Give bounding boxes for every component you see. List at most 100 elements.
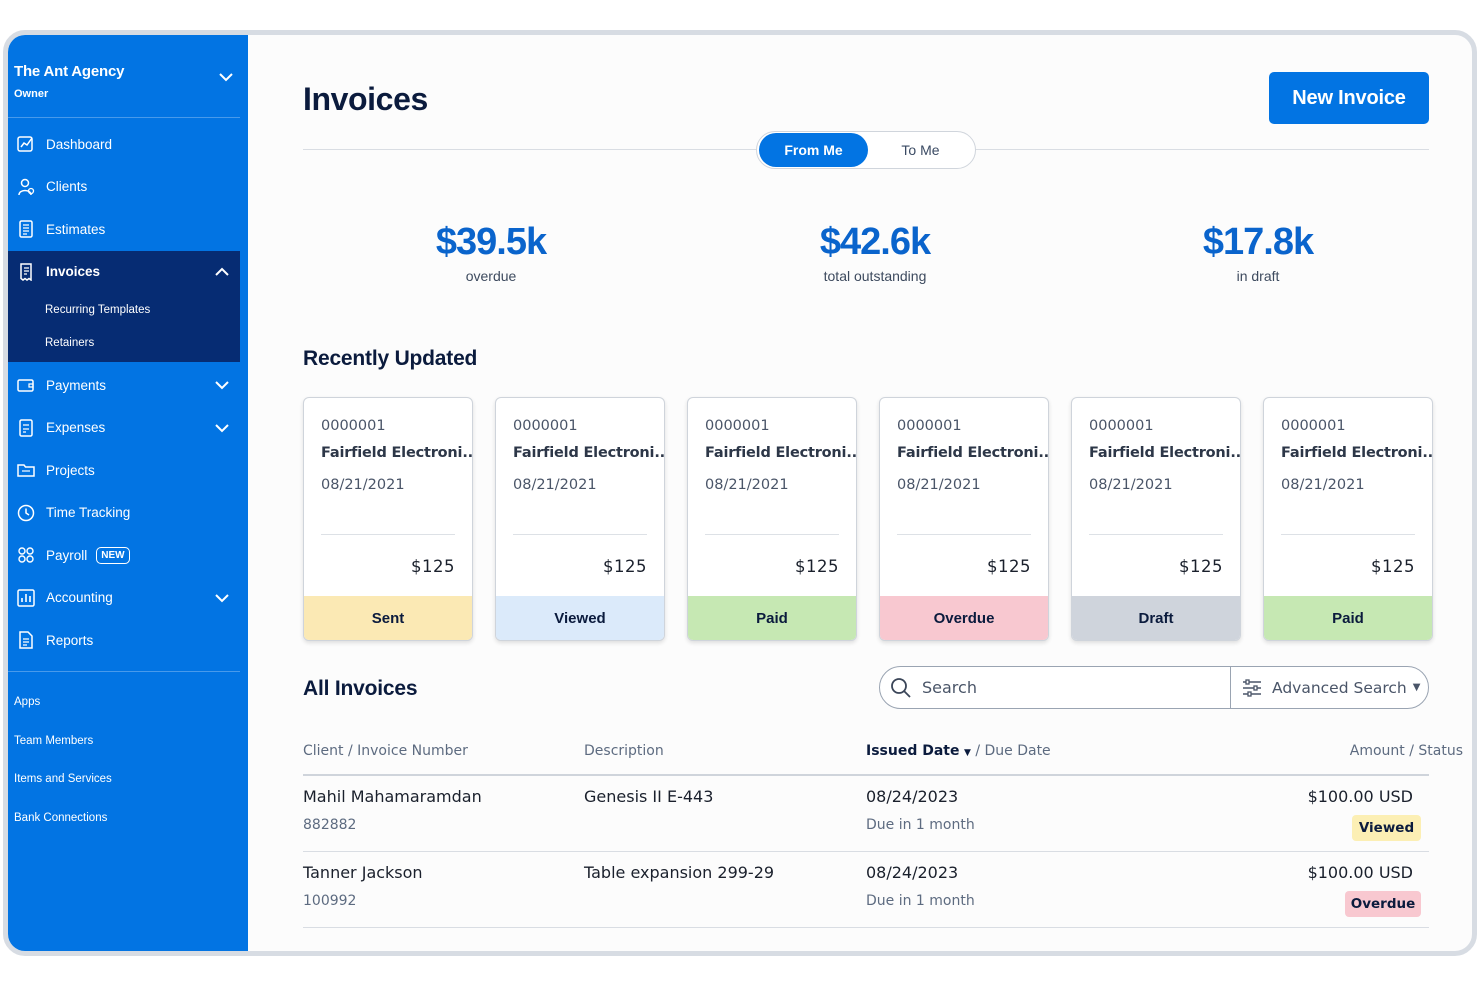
sidebar-item-time-tracking[interactable]: Time Tracking bbox=[8, 492, 240, 535]
row-issued-date: 08/24/2023 bbox=[866, 787, 959, 806]
card-status: Paid bbox=[688, 596, 856, 640]
column-header-amount[interactable]: Amount / Status bbox=[1350, 743, 1463, 759]
column-header-client[interactable]: Client / Invoice Number bbox=[303, 743, 468, 759]
stat-in-draft[interactable]: $17.8k in draft bbox=[1138, 221, 1378, 284]
chevron-down-icon bbox=[215, 593, 229, 602]
sidebar-divider bbox=[8, 671, 240, 672]
card-amount: $125 bbox=[1371, 557, 1415, 576]
card-amount: $125 bbox=[1179, 557, 1223, 576]
card-divider bbox=[705, 534, 839, 535]
new-badge: NEW bbox=[96, 546, 130, 564]
sliders-icon bbox=[1243, 678, 1261, 697]
column-header-issued[interactable]: Issued Date bbox=[866, 743, 960, 759]
invoice-card[interactable]: 0000001 Fairfield Electroni... 08/21/202… bbox=[687, 397, 857, 641]
sidebar-item-reports[interactable]: Reports bbox=[8, 619, 240, 662]
toggle-from-me[interactable]: From Me bbox=[759, 133, 868, 167]
invoice-card[interactable]: 0000001 Fairfield Electroni... 08/21/202… bbox=[495, 397, 665, 641]
caret-down-icon: ▼ bbox=[1412, 682, 1421, 693]
search-input[interactable] bbox=[922, 678, 1222, 697]
sidebar-item-label: Reports bbox=[46, 632, 94, 648]
sidebar-item-dashboard[interactable]: Dashboard bbox=[8, 123, 240, 166]
stat-label: in draft bbox=[1236, 268, 1280, 284]
card-client: Fairfield Electroni... bbox=[513, 445, 665, 461]
sidebar-item-accounting[interactable]: Accounting bbox=[8, 577, 240, 620]
card-date: 08/21/2021 bbox=[321, 477, 405, 493]
sidebar: The Ant Agency Owner Dashboard Clients E… bbox=[8, 35, 248, 951]
agency-name: The Ant Agency bbox=[14, 63, 125, 80]
sidebar-item-label: Clients bbox=[46, 179, 88, 195]
search-bar: Advanced Search ▼ bbox=[879, 666, 1429, 709]
recently-updated-title: Recently Updated bbox=[303, 347, 478, 370]
sidebar-link-team-members[interactable]: Team Members bbox=[14, 722, 234, 761]
row-description: Genesis II E-443 bbox=[584, 787, 714, 806]
sidebar-subitem-recurring-templates[interactable]: Recurring Templates bbox=[8, 293, 240, 328]
stat-value: $39.5k bbox=[435, 221, 547, 263]
row-amount: $100.00 USD bbox=[1307, 787, 1413, 806]
card-amount: $125 bbox=[987, 557, 1031, 576]
page-title: Invoices bbox=[303, 81, 428, 117]
app-window: The Ant Agency Owner Dashboard Clients E… bbox=[3, 30, 1477, 956]
card-status: Viewed bbox=[496, 596, 664, 640]
row-client: Tanner Jackson bbox=[303, 863, 423, 882]
sidebar-item-invoices[interactable]: Invoices bbox=[8, 251, 240, 294]
card-date: 08/21/2021 bbox=[1281, 477, 1365, 493]
card-client: Fairfield Electroni... bbox=[1089, 445, 1241, 461]
direction-toggle: From Me To Me bbox=[756, 131, 976, 169]
sidebar-divider bbox=[8, 117, 240, 118]
sidebar-link-apps[interactable]: Apps bbox=[14, 683, 234, 722]
stat-total-outstanding[interactable]: $42.6k total outstanding bbox=[755, 221, 995, 284]
card-invoice-number: 0000001 bbox=[897, 418, 962, 434]
stat-value: $42.6k bbox=[819, 221, 931, 263]
sidebar-item-label: Payments bbox=[46, 377, 107, 393]
sidebar-link-bank-connections[interactable]: Bank Connections bbox=[14, 799, 234, 838]
row-invoice-number: 882882 bbox=[303, 817, 357, 833]
sidebar-item-clients[interactable]: Clients bbox=[8, 166, 240, 209]
stat-label: total outstanding bbox=[823, 268, 927, 284]
expenses-icon bbox=[16, 418, 36, 438]
card-date: 08/21/2021 bbox=[513, 477, 597, 493]
column-header-description[interactable]: Description bbox=[584, 743, 664, 759]
invoice-card[interactable]: 0000001 Fairfield Electroni... 08/21/202… bbox=[879, 397, 1049, 641]
toggle-to-me[interactable]: To Me bbox=[868, 133, 973, 167]
card-invoice-number: 0000001 bbox=[705, 418, 770, 434]
projects-icon bbox=[16, 460, 36, 480]
stat-label: overdue bbox=[465, 268, 517, 284]
sidebar-item-projects[interactable]: Projects bbox=[8, 449, 240, 492]
row-due-date: Due in 1 month bbox=[866, 893, 975, 909]
search-divider bbox=[1230, 667, 1231, 708]
invoice-card[interactable]: 0000001 Fairfield Electroni... 08/21/202… bbox=[1071, 397, 1241, 641]
account-switcher[interactable]: The Ant Agency Owner bbox=[14, 63, 240, 100]
card-divider bbox=[513, 534, 647, 535]
sidebar-link-items-and-services[interactable]: Items and Services bbox=[14, 760, 234, 799]
sidebar-item-payments[interactable]: Payments bbox=[8, 364, 240, 407]
card-date: 08/21/2021 bbox=[897, 477, 981, 493]
chevron-down-icon bbox=[215, 381, 229, 390]
sidebar-item-payroll[interactable]: Payroll NEW bbox=[8, 534, 240, 577]
row-invoice-number: 100992 bbox=[303, 893, 357, 909]
card-invoice-number: 0000001 bbox=[321, 418, 386, 434]
search-icon bbox=[891, 677, 911, 698]
advanced-search-button[interactable]: Advanced Search ▼ bbox=[1242, 667, 1420, 708]
card-client: Fairfield Electroni... bbox=[705, 445, 857, 461]
new-invoice-button[interactable]: New Invoice bbox=[1269, 72, 1429, 124]
sidebar-item-label: Invoices bbox=[46, 264, 101, 280]
stat-overdue[interactable]: $39.5k overdue bbox=[371, 221, 611, 284]
card-client: Fairfield Electroni... bbox=[321, 445, 473, 461]
sidebar-subitem-retainers[interactable]: Retainers bbox=[8, 328, 240, 363]
card-date: 08/21/2021 bbox=[1089, 477, 1173, 493]
invoice-card[interactable]: 0000001 Fairfield Electroni... 08/21/202… bbox=[303, 397, 473, 641]
status-badge: Overdue bbox=[1345, 891, 1421, 917]
all-invoices-title: All Invoices bbox=[303, 677, 418, 700]
payroll-icon bbox=[16, 545, 36, 565]
accounting-icon bbox=[16, 588, 36, 608]
invoice-card[interactable]: 0000001 Fairfield Electroni... 08/21/202… bbox=[1263, 397, 1433, 641]
sidebar-item-expenses[interactable]: Expenses bbox=[8, 407, 240, 450]
column-header-due[interactable]: / Due Date bbox=[975, 743, 1050, 759]
column-header-dates[interactable]: Issued Date ▼ / Due Date bbox=[866, 743, 1051, 759]
chevron-down-icon bbox=[215, 423, 229, 432]
row-client: Mahil Mahamaramdan bbox=[303, 787, 482, 806]
card-status: Draft bbox=[1072, 596, 1240, 640]
stat-value: $17.8k bbox=[1202, 221, 1314, 263]
sidebar-item-estimates[interactable]: Estimates bbox=[8, 208, 240, 251]
row-due-date: Due in 1 month bbox=[866, 817, 975, 833]
